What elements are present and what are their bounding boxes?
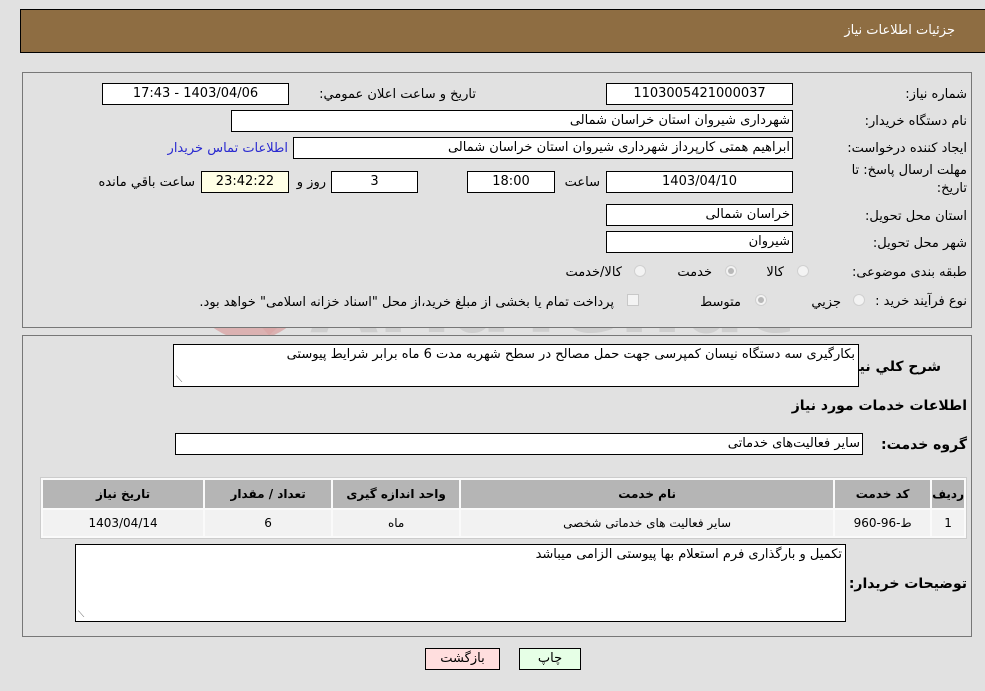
category-option-service: خدمت: [677, 265, 712, 280]
category-option-goods-service: کالا/خدمت: [565, 265, 622, 280]
cell-unit: ماه: [333, 510, 460, 536]
buyer-contact-link[interactable]: اطلاعات تماس خریدار: [168, 141, 288, 156]
announce-datetime-field: 1403/04/06 - 17:43: [102, 83, 289, 105]
announce-label: تاریخ و ساعت اعلان عمومي:: [319, 87, 476, 102]
buyer-notes-label: توضیحات خریدار:: [848, 576, 967, 592]
need-number-label: شماره نیاز:: [905, 87, 967, 102]
deadline-label-line1: مهلت ارسال پاسخ: تا: [851, 163, 967, 178]
print-button[interactable]: چاپ: [519, 648, 581, 670]
process-radio-partial[interactable]: [853, 294, 865, 306]
city-field: شیروان: [606, 231, 793, 253]
page-header: جزئیات اطلاعات نیاز: [20, 9, 985, 53]
buyer-org-field: شهرداری شیروان استان خراسان شمالی: [231, 110, 793, 132]
creator-label: ایجاد کننده درخواست:: [847, 141, 967, 156]
col-row-number: ردیف: [932, 480, 964, 508]
table-row: 1 ط-96-960 سایر فعالیت های خدماتی شخصی م…: [43, 510, 964, 536]
buyer-notes-textarea[interactable]: تکمیل و بارگذاری فرم استعلام بها پیوستی …: [75, 544, 846, 622]
back-button[interactable]: بازگشت: [425, 648, 500, 670]
province-field: خراسان شمالی: [606, 204, 793, 226]
cell-need-date: 1403/04/14: [43, 510, 204, 536]
service-group-label: گروه خدمت:: [881, 437, 967, 453]
need-number-field: 1103005421000037: [606, 83, 793, 105]
col-need-date: تاریخ نیاز: [43, 480, 204, 508]
col-service-name: نام خدمت: [461, 480, 834, 508]
cell-quantity: 6: [205, 510, 332, 536]
resize-grip-icon[interactable]: ⟋: [176, 375, 182, 385]
treasury-note: پرداخت تمام یا بخشی از مبلغ خرید،از محل …: [199, 295, 614, 310]
city-label: شهر محل تحویل:: [872, 236, 967, 251]
deadline-time-field: 18:00: [467, 171, 555, 193]
page-title: جزئیات اطلاعات نیاز: [844, 23, 955, 38]
resize-grip-icon[interactable]: ⟋: [78, 610, 84, 620]
days-remaining-field: 3: [331, 171, 418, 193]
category-radio-goods[interactable]: [797, 265, 809, 277]
cell-row-number: 1: [932, 510, 964, 536]
treasury-checkbox[interactable]: [627, 294, 639, 306]
category-radio-goods-service[interactable]: [634, 265, 646, 277]
services-section-title: اطلاعات خدمات مورد نیاز: [791, 398, 967, 414]
process-option-partial: جزیي: [811, 295, 841, 310]
process-label: نوع فرآیند خرید :: [875, 294, 967, 309]
days-label: روز و: [296, 175, 326, 190]
remaining-time-field: 23:42:22: [201, 171, 289, 193]
cell-service-code: ط-96-960: [835, 510, 931, 536]
need-summary-textarea[interactable]: بکارگیری سه دستگاه نیسان کمپرسی جهت حمل …: [173, 344, 859, 387]
services-table: ردیف کد خدمت نام خدمت واحد اندازه گیری ت…: [40, 477, 967, 539]
col-service-code: کد خدمت: [835, 480, 931, 508]
col-unit: واحد اندازه گیری: [333, 480, 460, 508]
need-summary-text: بکارگیری سه دستگاه نیسان کمپرسی جهت حمل …: [286, 347, 855, 362]
table-header-row: ردیف کد خدمت نام خدمت واحد اندازه گیری ت…: [43, 480, 964, 508]
process-option-medium: متوسط: [700, 295, 741, 310]
deadline-label-line2: تاریخ:: [936, 181, 967, 196]
category-option-goods: کالا: [766, 265, 784, 280]
category-label: طبقه بندی موضوعی:: [851, 265, 967, 280]
province-label: استان محل تحویل:: [865, 209, 967, 224]
buyer-notes-text: تکمیل و بارگذاری فرم استعلام بها پیوستی …: [535, 547, 842, 562]
deadline-time-label: ساعت: [564, 175, 600, 190]
process-radio-medium[interactable]: [755, 294, 767, 306]
remaining-time-label: ساعت باقي مانده: [98, 175, 195, 190]
category-radio-service[interactable]: [725, 265, 737, 277]
deadline-date-field: 1403/04/10: [606, 171, 793, 193]
buyer-org-label: نام دستگاه خریدار:: [864, 114, 967, 129]
service-group-field: سایر فعالیت‌های خدماتی: [175, 433, 863, 455]
col-quantity: تعداد / مقدار: [205, 480, 332, 508]
cell-service-name: سایر فعالیت های خدماتی شخصی: [461, 510, 834, 536]
creator-field: ابراهیم همتی کارپرداز شهرداری شیروان است…: [293, 137, 793, 159]
